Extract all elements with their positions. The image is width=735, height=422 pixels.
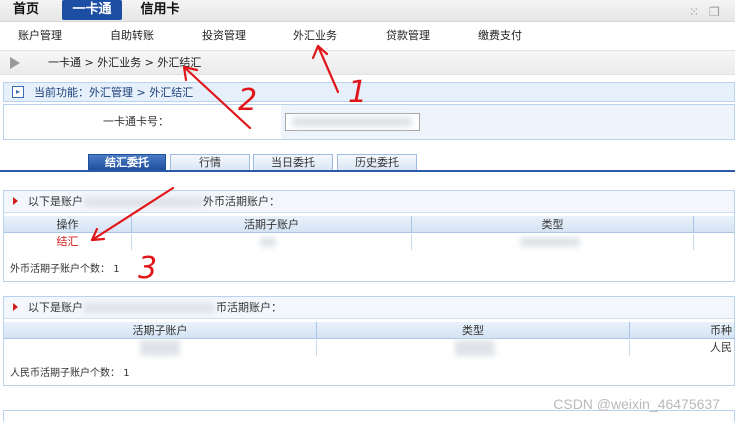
subnav-forex[interactable]: 外汇业务 — [293, 24, 337, 48]
section-title-prefix: 以下是账户 — [28, 195, 83, 208]
rmb-count: 人民币活期子账户个数： 1 — [10, 367, 130, 381]
table-row-action: 结汇 — [4, 234, 132, 250]
foreign-count-label: 外币活期子账户个数： — [10, 264, 110, 275]
tab-history-orders[interactable]: 历史委托 — [337, 154, 417, 170]
settle-link[interactable]: 结汇 — [57, 235, 79, 248]
card-number-label: 一卡通卡号： — [103, 115, 169, 128]
table-cell-type — [412, 234, 694, 250]
table-cell-type — [317, 340, 630, 356]
redacted-mask — [84, 303, 214, 313]
current-function-label: 当前功能：外汇管理 > 外汇结汇 — [34, 86, 194, 99]
foreign-count-value: 1 — [113, 264, 120, 275]
card-number-cell — [281, 105, 734, 139]
redacted-mask — [520, 237, 580, 247]
section-title-suffix: 币活期账户： — [216, 301, 282, 314]
tab-quotes[interactable]: 行情 — [170, 154, 250, 170]
section-title-suffix: 外币活期账户： — [203, 195, 280, 208]
bullet-icon — [13, 303, 18, 311]
redacted-mask — [455, 340, 495, 356]
sub-nav: 账户管理 自助转账 投资管理 外汇业务 贷款管理 缴费支付 — [0, 24, 735, 48]
breadcrumb-text: 一卡通 > 外汇业务 > 外汇结汇 — [48, 56, 202, 69]
expand-icon[interactable]: ▸ — [12, 86, 24, 98]
top-nav: 首页 一卡通 信用卡 ⁙ ❐ — [0, 0, 735, 22]
foreign-account-table: 操作 活期子账户 类型 结汇 — [4, 216, 734, 252]
subnav-invest[interactable]: 投资管理 — [202, 24, 246, 48]
column-header: 活期子账户 — [132, 216, 412, 233]
tab-credit-card[interactable]: 信用卡 — [132, 0, 188, 20]
rmb-count-label: 人民币活期子账户个数： — [10, 368, 120, 379]
rmb-count-value: 1 — [123, 368, 130, 379]
subnav-account[interactable]: 账户管理 — [18, 24, 62, 48]
column-header: 类型 — [317, 322, 630, 339]
current-function-bar: ▸ 当前功能：外汇管理 > 外汇结汇 — [3, 82, 735, 102]
foreign-currency-section: 以下是账户 外币活期账户： 操作 活期子账户 类型 结汇 外币活期子账户个数： … — [3, 190, 735, 282]
rmb-section: 以下是账户 币活期账户： 活期子账户 类型 币种 人民 人民币活期子账户个数： … — [3, 296, 735, 386]
tab-home[interactable]: 首页 — [4, 0, 48, 20]
column-header: 操作 — [4, 216, 132, 233]
section-title-prefix: 以下是账户 — [28, 301, 83, 314]
copy-icon[interactable]: ❐ — [709, 5, 721, 19]
redacted-mask — [84, 197, 204, 207]
tab-one-card[interactable]: 一卡通 — [62, 0, 122, 20]
function-tabs: 结汇委托 行情 当日委托 历史委托 — [0, 154, 735, 172]
top-icons: ⁙ ❐ — [685, 5, 725, 19]
rmb-account-table: 活期子账户 类型 币种 人民 — [4, 322, 734, 358]
redacted-mask — [140, 340, 180, 356]
play-icon — [10, 57, 20, 69]
section-header: 以下是账户 币活期账户： — [4, 297, 734, 319]
grid-icon[interactable]: ⁙ — [689, 5, 701, 19]
column-header — [694, 216, 734, 233]
foreign-count: 外币活期子账户个数： 1 — [10, 263, 120, 277]
card-number-field[interactable] — [285, 113, 420, 131]
tab-settlement-order[interactable]: 结汇委托 — [88, 154, 166, 170]
table-cell-account — [132, 234, 412, 250]
subnav-transfer[interactable]: 自助转账 — [110, 24, 154, 48]
breadcrumb: 一卡通 > 外汇业务 > 外汇结汇 — [0, 50, 735, 75]
table-cell-account — [4, 340, 317, 356]
card-number-row: 一卡通卡号： — [3, 104, 735, 140]
table-cell-currency: 人民 — [710, 341, 732, 354]
tab-today-orders[interactable]: 当日委托 — [253, 154, 333, 170]
column-header: 活期子账户 — [4, 322, 317, 339]
subnav-loan[interactable]: 贷款管理 — [386, 24, 430, 48]
column-header: 币种 — [630, 322, 734, 339]
redacted-mask — [292, 117, 412, 127]
bullet-icon — [13, 197, 18, 205]
column-header: 类型 — [412, 216, 694, 233]
watermark: CSDN @weixin_46475637 — [553, 396, 720, 412]
redacted-mask — [260, 237, 276, 247]
section-header: 以下是账户 外币活期账户： — [4, 191, 734, 213]
subnav-payment[interactable]: 缴费支付 — [478, 24, 522, 48]
